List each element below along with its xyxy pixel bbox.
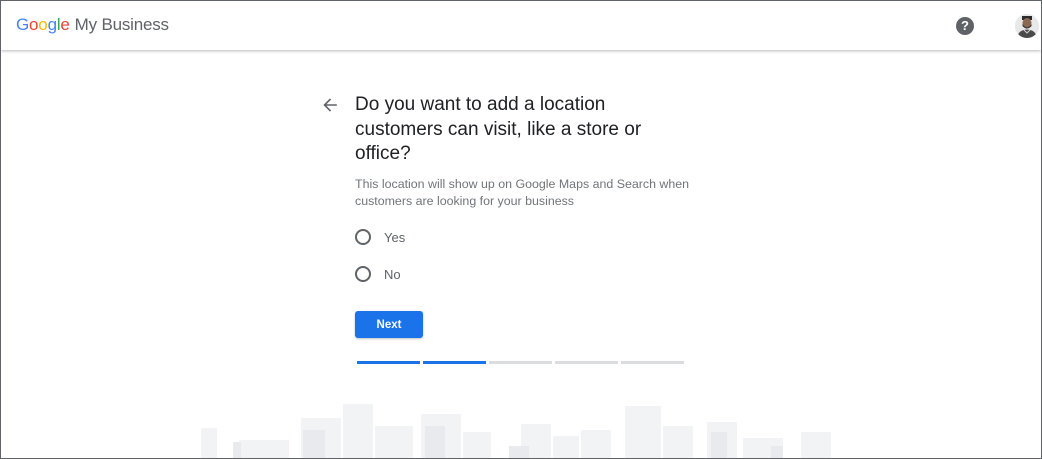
step-progress-bar xyxy=(357,361,684,364)
option-yes[interactable]: Yes xyxy=(355,227,405,247)
progress-step-1 xyxy=(357,361,420,364)
progress-step-4 xyxy=(555,361,618,364)
top-app-bar: G o o g l e My Business ? xyxy=(1,1,1041,50)
product-name: My Business xyxy=(74,15,169,34)
logo-letter-g2: g xyxy=(47,15,57,34)
google-my-business-logo[interactable]: G o o g l e My Business xyxy=(16,15,169,35)
progress-step-5 xyxy=(621,361,684,364)
question-subtitle: This location will show up on Google Map… xyxy=(355,177,690,208)
logo-letter-g1: G xyxy=(16,15,30,34)
option-yes-label: Yes xyxy=(384,229,406,245)
logo-letter-o2: o xyxy=(38,15,48,34)
logo-letter-o1: o xyxy=(29,15,39,34)
browser-frame: G o o g l e My Business ? Do you want to… xyxy=(0,0,1042,459)
avatar-image-icon xyxy=(1015,14,1039,38)
radio-button-no[interactable] xyxy=(355,266,371,282)
question-title: Do you want to add a location customers … xyxy=(355,94,642,164)
account-avatar[interactable] xyxy=(1015,14,1039,38)
option-no-label: No xyxy=(384,266,401,282)
city-skyline-illustration xyxy=(201,404,831,458)
next-button[interactable]: Next xyxy=(355,311,423,338)
logo-letter-e: e xyxy=(60,15,70,34)
help-icon[interactable]: ? xyxy=(956,17,974,35)
option-no[interactable]: No xyxy=(355,264,401,284)
radio-button-yes[interactable] xyxy=(355,229,371,245)
back-arrow-icon[interactable] xyxy=(320,95,340,115)
progress-step-3 xyxy=(489,361,552,364)
progress-step-2 xyxy=(423,361,486,364)
